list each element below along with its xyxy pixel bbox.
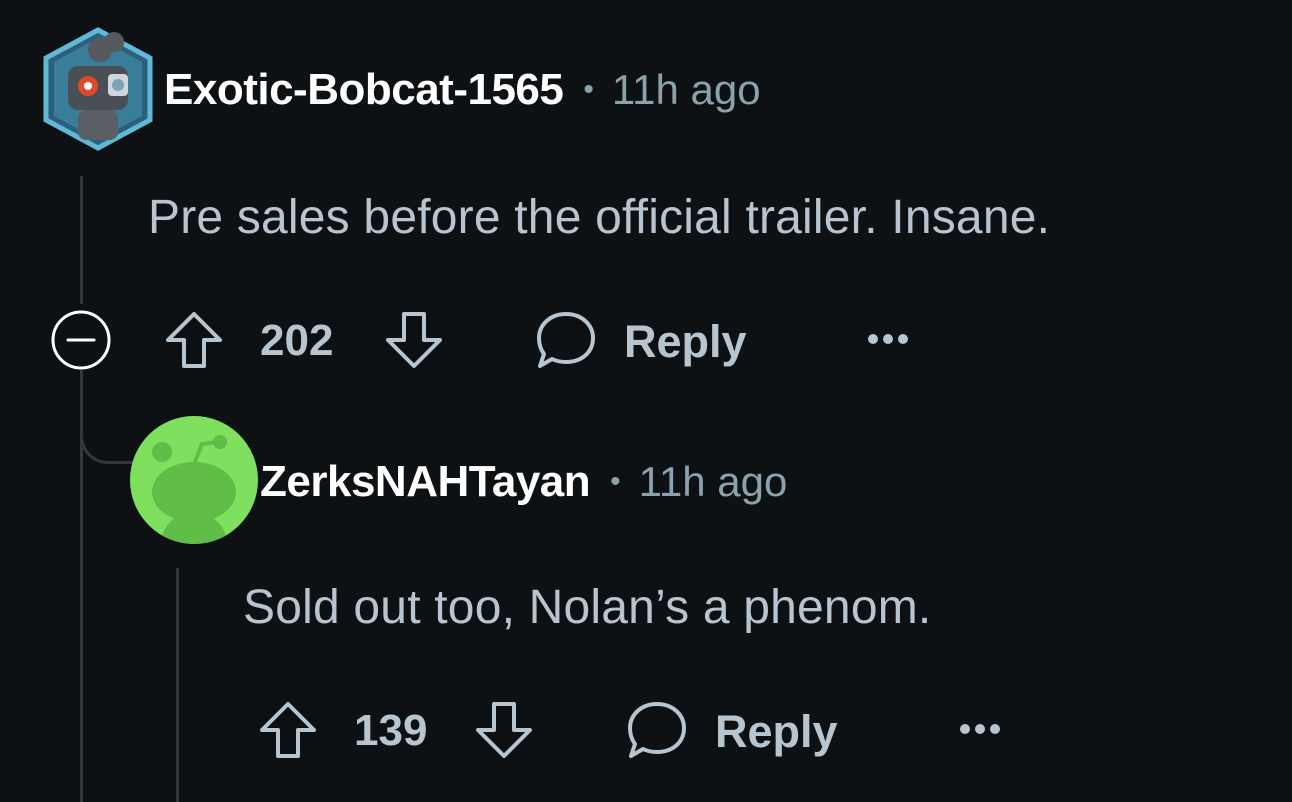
snoo-avatar-image <box>130 416 258 544</box>
comment-actions: 139 Reply <box>0 694 1292 764</box>
username[interactable]: ZerksNAHTayan <box>260 457 591 507</box>
separator-dot: • <box>583 73 594 106</box>
collapse-minus-icon[interactable] <box>50 309 112 371</box>
avatar[interactable] <box>130 416 258 544</box>
arrow-up-outline-icon[interactable] <box>164 310 224 370</box>
timestamp[interactable]: 11h ago <box>639 458 788 506</box>
ellipsis-icon[interactable] <box>958 722 1002 736</box>
speech-bubble-icon[interactable] <box>626 700 688 760</box>
timestamp[interactable]: 11h ago <box>612 66 761 114</box>
comment-actions: 202 Reply <box>0 304 1292 374</box>
comment-body: Sold out too, Nolan’s a phenom. <box>243 581 932 634</box>
username[interactable]: Exotic-Bobcat-1565 <box>164 65 564 115</box>
comment-body: Pre sales before the official trailer. I… <box>148 191 1051 244</box>
reply-button[interactable]: Reply <box>715 706 838 758</box>
reply-button[interactable]: Reply <box>624 316 747 368</box>
arrow-up-outline-icon[interactable] <box>258 700 318 760</box>
vote-count: 139 <box>354 706 428 755</box>
thread-branch-line <box>80 400 136 464</box>
vote-count: 202 <box>260 316 334 365</box>
comment-header: ZerksNAHTayan • 11h ago <box>260 456 787 508</box>
arrow-down-outline-icon[interactable] <box>384 310 444 370</box>
avatar[interactable] <box>40 26 156 152</box>
speech-bubble-icon[interactable] <box>535 310 597 370</box>
ellipsis-icon[interactable] <box>866 332 910 346</box>
avatar-robot-image <box>43 27 153 151</box>
separator-dot: • <box>610 465 621 498</box>
comment-thread: Exotic-Bobcat-1565 • 11h ago Pre sales b… <box>0 0 1292 802</box>
thread-line[interactable] <box>80 176 83 304</box>
thread-line[interactable] <box>176 568 179 802</box>
arrow-down-outline-icon[interactable] <box>474 700 534 760</box>
comment-header: Exotic-Bobcat-1565 • 11h ago <box>164 64 761 116</box>
